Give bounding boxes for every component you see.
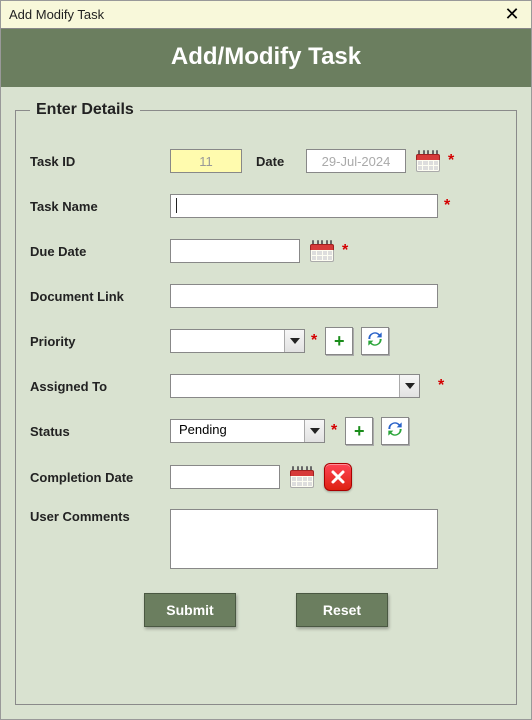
add-priority-button[interactable]: + (325, 327, 353, 355)
label-user-comments: User Comments (30, 509, 170, 524)
close-icon[interactable]: ✕ (501, 4, 523, 25)
refresh-status-button[interactable] (381, 417, 409, 445)
plus-icon: + (334, 332, 345, 350)
row-taskid-date: Task ID Date * (30, 147, 502, 175)
required-marker: * (342, 242, 348, 260)
date-field (306, 149, 406, 173)
date-picker-button[interactable] (414, 147, 442, 175)
x-icon (330, 469, 346, 485)
label-due-date: Due Date (30, 244, 170, 259)
form-content: Enter Details Task ID Date * Task (1, 87, 531, 719)
required-marker: * (311, 332, 317, 350)
window-title: Add Modify Task (9, 7, 104, 22)
required-marker: * (438, 377, 444, 395)
document-link-field[interactable] (170, 284, 438, 308)
required-marker: * (331, 422, 337, 440)
label-assigned-to: Assigned To (30, 379, 170, 394)
due-date-field[interactable] (170, 239, 300, 263)
refresh-icon (365, 329, 385, 354)
chevron-down-icon (304, 420, 324, 442)
task-id-field (170, 149, 242, 173)
button-row: Submit Reset (30, 593, 502, 627)
refresh-icon (385, 419, 405, 444)
add-status-button[interactable]: + (345, 417, 373, 445)
submit-button[interactable]: Submit (144, 593, 236, 627)
row-task-name: Task Name * (30, 193, 502, 219)
user-comments-field[interactable] (170, 509, 438, 569)
row-document-link: Document Link (30, 283, 502, 309)
form-title: Add/Modify Task (171, 43, 361, 70)
clear-completion-date-button[interactable] (324, 463, 352, 491)
required-marker: * (448, 152, 454, 170)
dialog-window: Add Modify Task ✕ Add/Modify Task Enter … (0, 0, 532, 720)
label-task-name: Task Name (30, 199, 170, 214)
completion-date-picker-button[interactable] (288, 463, 316, 491)
chevron-down-icon (399, 375, 419, 397)
plus-icon: + (354, 422, 365, 440)
assigned-to-value (170, 374, 420, 398)
assigned-to-select[interactable] (170, 374, 420, 398)
label-priority: Priority (30, 334, 170, 349)
row-completion-date: Completion Date (30, 463, 502, 491)
required-marker: * (444, 197, 450, 215)
status-value: Pending (170, 419, 325, 443)
row-due-date: Due Date * (30, 237, 502, 265)
form-header: Add/Modify Task (1, 29, 531, 87)
fieldset-legend: Enter Details (30, 101, 140, 119)
calendar-icon (290, 466, 314, 488)
label-completion-date: Completion Date (30, 470, 170, 485)
enter-details-fieldset: Enter Details Task ID Date * Task (15, 101, 517, 705)
calendar-icon (416, 150, 440, 172)
row-assigned-to: Assigned To * (30, 373, 502, 399)
row-status: Status Pending * + (30, 417, 502, 445)
priority-select[interactable] (170, 329, 305, 353)
titlebar: Add Modify Task ✕ (1, 1, 531, 29)
reset-button[interactable]: Reset (296, 593, 388, 627)
calendar-icon (310, 240, 334, 262)
row-priority: Priority * + (30, 327, 502, 355)
label-date: Date (256, 154, 306, 169)
chevron-down-icon (284, 330, 304, 352)
row-user-comments: User Comments (30, 509, 502, 569)
status-select[interactable]: Pending (170, 419, 325, 443)
due-date-picker-button[interactable] (308, 237, 336, 265)
task-name-field[interactable] (170, 194, 438, 218)
label-task-id: Task ID (30, 154, 170, 169)
label-status: Status (30, 424, 170, 439)
label-document-link: Document Link (30, 289, 170, 304)
completion-date-field[interactable] (170, 465, 280, 489)
refresh-priority-button[interactable] (361, 327, 389, 355)
